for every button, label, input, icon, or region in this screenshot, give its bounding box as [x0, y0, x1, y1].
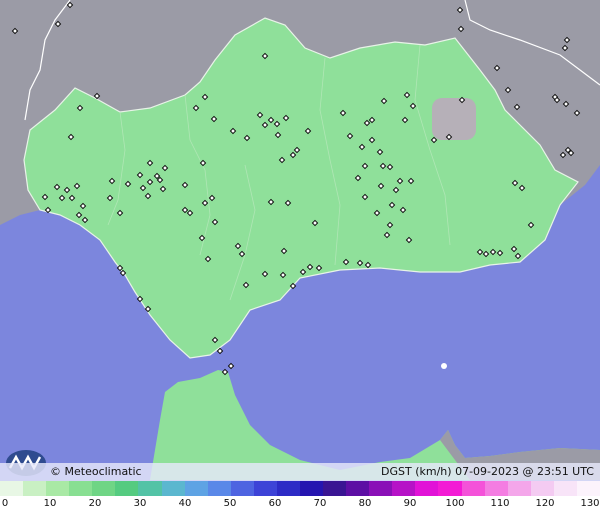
legend-tick-label: 110 — [490, 498, 510, 509]
map-title: DGST (km/h) 07-09-2023 @ 23:51 UTC — [381, 465, 594, 478]
legend-swatch — [161, 481, 185, 496]
highlight-zone — [432, 98, 476, 140]
legend-tick-label: 40 — [178, 498, 192, 509]
legend-swatch — [392, 481, 416, 496]
credit-label: © Meteoclimatic — [50, 465, 142, 478]
legend-swatch — [276, 481, 301, 496]
legend-tick-label: 10 — [43, 498, 57, 509]
legend-swatch — [138, 481, 162, 496]
legend-tick-label: 0 — [1, 498, 9, 509]
alboran-island — [441, 363, 447, 369]
legend-tick-label: 100 — [445, 498, 465, 509]
legend-swatch — [23, 481, 47, 496]
legend-swatch — [115, 481, 139, 496]
legend-tick-label: 70 — [313, 498, 327, 509]
legend-swatch — [553, 481, 577, 496]
legend-swatch — [461, 481, 485, 496]
legend-swatch — [323, 481, 347, 496]
legend-ticks: 0 10 20 30 40 50 60 70 80 90 100 110 120 130 — [0, 498, 600, 516]
legend-swatch — [0, 481, 24, 496]
legend-swatch — [507, 481, 531, 496]
legend-swatch — [438, 481, 462, 496]
legend-swatches — [0, 481, 600, 496]
legend-tick-label: 50 — [223, 498, 237, 509]
legend-swatch — [69, 481, 93, 496]
legend-tick-label: 90 — [403, 498, 417, 509]
legend-swatch — [300, 481, 324, 496]
legend-swatch — [253, 481, 277, 496]
legend-tick-label: 130 — [580, 498, 600, 509]
legend-swatch — [415, 481, 439, 496]
legend-swatch — [92, 481, 116, 496]
legend-tick-label: 20 — [88, 498, 102, 509]
legend-swatch — [576, 481, 600, 496]
legend-tick-label: 120 — [535, 498, 555, 509]
legend-swatch — [484, 481, 508, 496]
legend-tick-label: 80 — [358, 498, 372, 509]
color-legend: 0 10 20 30 40 50 60 70 80 90 100 110 120 130 — [0, 481, 600, 517]
legend-swatch — [230, 481, 254, 496]
legend-swatch — [369, 481, 393, 496]
legend-tick-label: 30 — [133, 498, 147, 509]
legend-swatch — [207, 481, 231, 496]
legend-swatch — [346, 481, 370, 496]
legend-swatch — [530, 481, 554, 496]
legend-tick-label: 60 — [268, 498, 282, 509]
legend-swatch — [46, 481, 70, 496]
legend-swatch — [184, 481, 208, 496]
weather-map — [0, 0, 600, 480]
